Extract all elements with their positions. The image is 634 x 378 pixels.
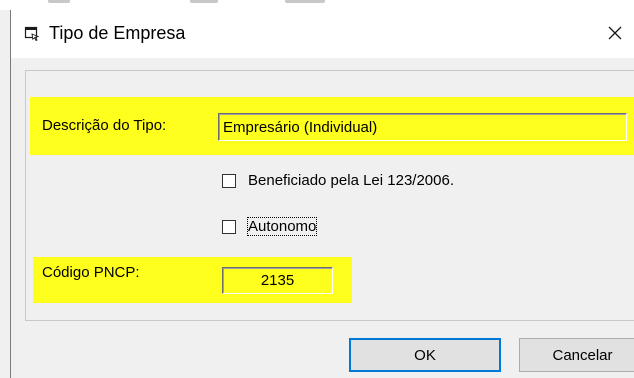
dialog-body: Descrição do Tipo: Beneficiado pela Lei … xyxy=(10,58,634,378)
checkbox-lei-123-label: Beneficiado pela Lei 123/2006. xyxy=(248,172,455,189)
pncp-input[interactable] xyxy=(222,267,333,294)
dialog-titlebar: Tipo de Empresa xyxy=(10,10,634,58)
ok-button[interactable]: OK xyxy=(349,338,501,372)
background-text-fragment xyxy=(190,0,218,3)
background-text-fragment xyxy=(48,0,70,3)
close-button[interactable] xyxy=(598,16,632,50)
form-window-icon xyxy=(24,25,40,42)
background-text-fragment xyxy=(285,0,325,3)
descricao-input[interactable] xyxy=(218,113,627,141)
pncp-label: Código PNCP: xyxy=(42,264,140,281)
checkbox-autonomo-label: Autonomo xyxy=(246,217,318,236)
checkbox-lei-123[interactable]: Beneficiado pela Lei 123/2006. xyxy=(222,172,454,189)
checkbox-lei-123-box[interactable] xyxy=(222,173,236,188)
checkbox-autonomo-box[interactable] xyxy=(222,219,236,234)
close-icon xyxy=(608,26,622,40)
descricao-label: Descrição do Tipo: xyxy=(42,117,167,134)
dialog-title: Tipo de Empresa xyxy=(49,23,186,43)
checkbox-autonomo[interactable]: Autonomo xyxy=(222,217,318,236)
background-window-strip xyxy=(0,0,634,10)
cancel-button[interactable]: Cancelar xyxy=(519,338,634,372)
